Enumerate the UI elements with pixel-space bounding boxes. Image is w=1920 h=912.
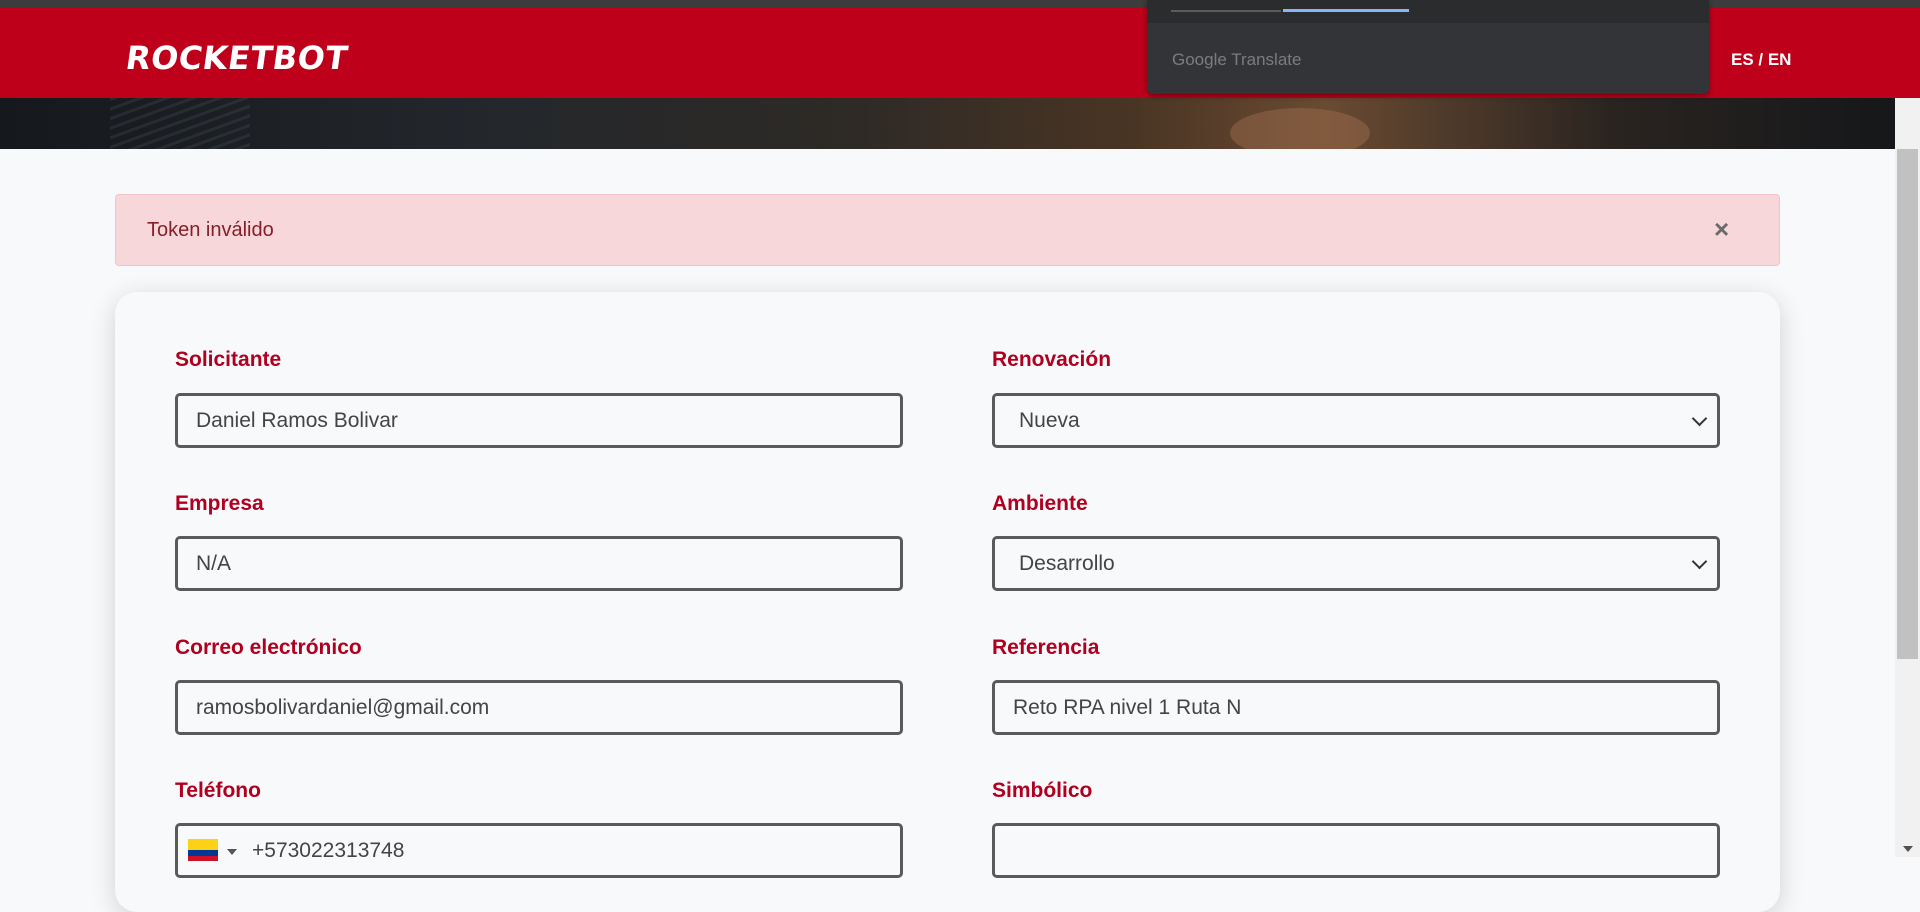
error-alert: Token inválido	[115, 194, 1780, 266]
scrollbar-thumb[interactable]	[1897, 149, 1918, 659]
hero-code-texture	[110, 98, 250, 149]
email-input[interactable]: ramosbolivardaniel@gmail.com	[175, 680, 903, 735]
label-solicitante: Solicitante	[175, 348, 282, 371]
renovacion-value: Nueva	[1019, 409, 1080, 432]
simbolico-input[interactable]	[992, 823, 1720, 878]
rocketbot-logo[interactable]: ROCKETBOT	[123, 38, 350, 78]
alert-message: Token inválido	[147, 219, 274, 241]
phone-value: +573022313748	[252, 839, 405, 862]
ambiente-select[interactable]: Desarrollo	[992, 536, 1720, 591]
scroll-down-arrow-icon[interactable]	[1903, 846, 1913, 852]
label-empresa: Empresa	[175, 492, 264, 515]
chevron-down-icon[interactable]	[227, 849, 237, 855]
ambiente-value: Desarrollo	[1019, 552, 1115, 575]
referencia-input[interactable]: Reto RPA nivel 1 Ruta N	[992, 680, 1720, 735]
label-telefono: Teléfono	[175, 779, 261, 802]
label-ambiente: Ambiente	[992, 492, 1088, 515]
label-correo: Correo electrónico	[175, 636, 362, 659]
chevron-down-icon	[1691, 553, 1708, 570]
solicitante-input[interactable]: Daniel Ramos Bolivar	[175, 393, 903, 448]
solicitante-value: Daniel Ramos Bolivar	[196, 409, 398, 432]
close-icon[interactable]: ×	[1714, 215, 1729, 243]
language-switch[interactable]: ES / EN	[1731, 50, 1791, 70]
empresa-input[interactable]: N/A	[175, 536, 903, 591]
label-referencia: Referencia	[992, 636, 1100, 659]
renovacion-select[interactable]: Nueva	[992, 393, 1720, 448]
label-simbolico: Simbólico	[992, 779, 1093, 802]
empresa-value: N/A	[196, 552, 232, 575]
referencia-value: Reto RPA nivel 1 Ruta N	[1013, 696, 1242, 719]
hero-hand-shape	[1230, 108, 1370, 149]
phone-input[interactable]: +573022313748	[175, 823, 903, 878]
email-value: ramosbolivardaniel@gmail.com	[196, 696, 490, 719]
google-translate-popup: Google Translate	[1147, 0, 1709, 94]
translate-tab-indicator-active	[1283, 9, 1409, 12]
google-translate-brand: Google Translate	[1172, 50, 1302, 69]
colombia-flag-icon[interactable]	[188, 839, 218, 861]
label-renovacion: Renovación	[992, 348, 1112, 371]
chevron-down-icon	[1691, 410, 1708, 427]
translate-tab-indicator	[1171, 10, 1281, 12]
request-form-card	[115, 292, 1780, 912]
hero-banner-image	[0, 98, 1895, 149]
